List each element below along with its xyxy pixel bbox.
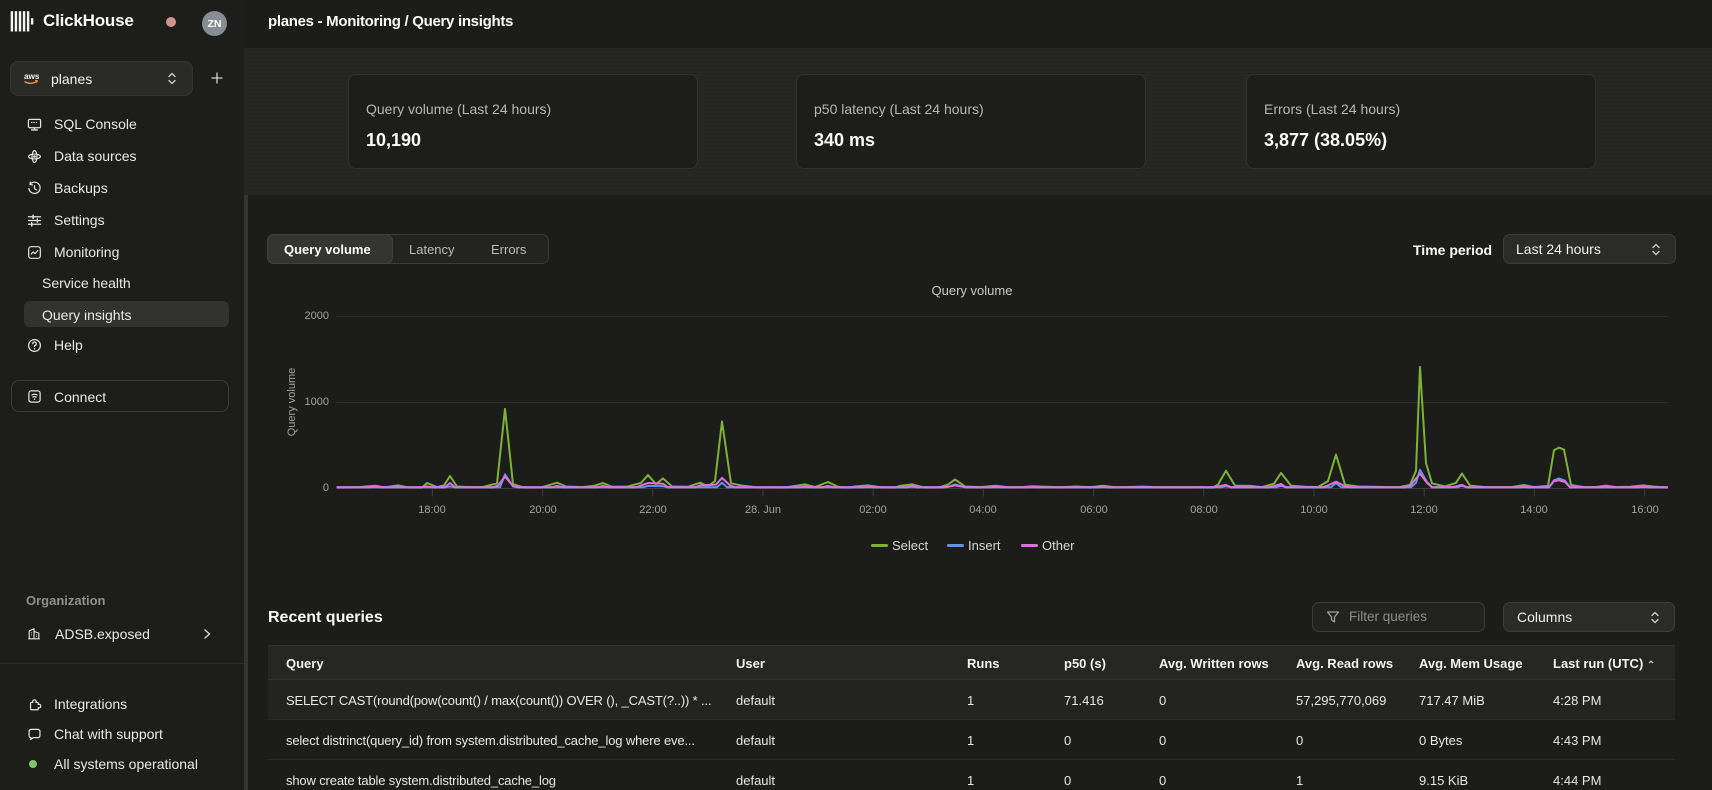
- svg-text:aws: aws: [24, 72, 40, 81]
